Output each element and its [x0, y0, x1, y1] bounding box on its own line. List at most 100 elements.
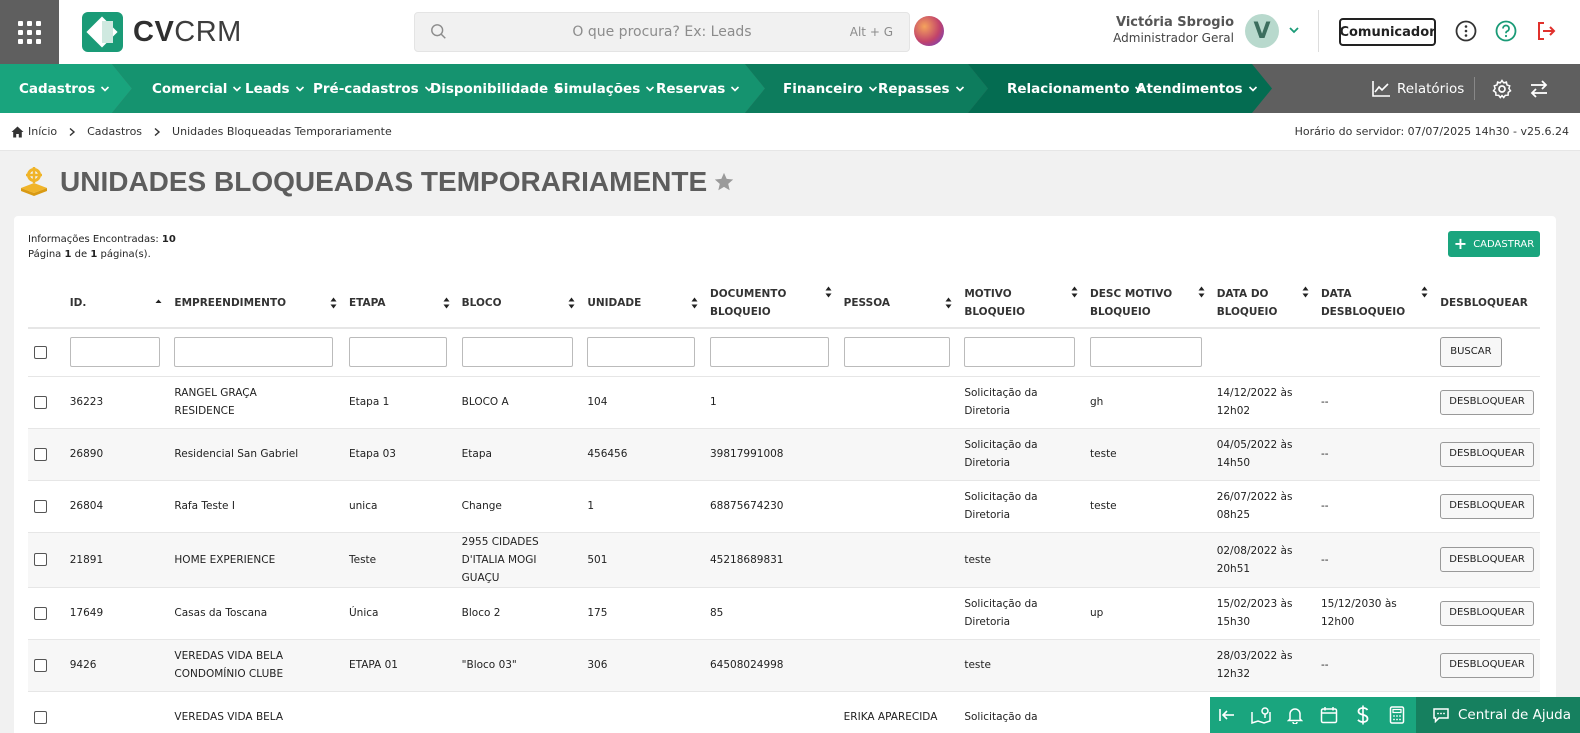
- nav-pre-cadastros[interactable]: Pré-cadastros: [313, 64, 434, 113]
- cell-bloco: "Bloco 03": [455, 639, 582, 692]
- nav-financeiro[interactable]: Financeiro: [783, 64, 878, 113]
- buscar-button[interactable]: BUSCAR: [1440, 337, 1502, 368]
- nav-repasses[interactable]: Repasses: [878, 64, 965, 113]
- column-header-etapa[interactable]: ETAPA: [342, 278, 456, 329]
- cell-unidade: 456456: [581, 428, 704, 481]
- app-logo[interactable]: CVCRM: [82, 12, 242, 52]
- row-checkbox[interactable]: [34, 606, 47, 620]
- cell-desc: gh: [1084, 376, 1211, 429]
- nav-relatorios[interactable]: Relatórios: [1371, 64, 1464, 113]
- filter-desc-input[interactable]: [1090, 337, 1203, 368]
- filter-unidade-input[interactable]: [587, 337, 696, 368]
- collapse-left-icon[interactable]: [1210, 697, 1244, 733]
- calendar-icon[interactable]: [1312, 697, 1346, 733]
- nav-comercial[interactable]: Comercial: [152, 64, 242, 113]
- column-header-bloco[interactable]: BLOCO: [455, 278, 582, 329]
- favorite-star-icon[interactable]: [713, 171, 735, 193]
- sort-icon: [1421, 286, 1428, 298]
- cell-data-bloqueio: 26/07/2022 às 08h25: [1210, 480, 1315, 533]
- cell-empreendimento: Casas da Toscana: [168, 587, 343, 640]
- nav-disponibilidade[interactable]: Disponibilidade: [430, 64, 563, 113]
- cell-desbloquear: DESBLOQUEAR: [1434, 480, 1540, 533]
- logout-icon[interactable]: [1535, 20, 1557, 42]
- sort-icon: [945, 297, 952, 308]
- help-center-button[interactable]: Central de Ajuda: [1416, 697, 1580, 733]
- cell-data-bloqueio: 04/05/2022 às 14h50: [1210, 428, 1315, 481]
- column-header-unidade[interactable]: UNIDADE: [581, 278, 704, 329]
- results-count: 10: [161, 234, 176, 245]
- filter-motivo-input[interactable]: [964, 337, 1076, 368]
- sort-icon: [1302, 286, 1309, 298]
- dollar-icon[interactable]: [1346, 697, 1380, 733]
- avatar[interactable]: V: [1245, 14, 1279, 48]
- calculator-icon[interactable]: [1380, 697, 1414, 733]
- more-options-icon[interactable]: [1455, 20, 1477, 42]
- filter-documento-input[interactable]: [710, 337, 829, 368]
- row-checkbox[interactable]: [34, 710, 47, 724]
- help-icon[interactable]: [1495, 20, 1517, 42]
- row-checkbox[interactable]: [34, 499, 47, 513]
- nav-relacionamento[interactable]: Relacionamento: [1007, 64, 1144, 113]
- column-header-empreendimento[interactable]: EMPREENDIMENTO: [168, 278, 343, 329]
- filter-empreendimento-input[interactable]: [174, 337, 334, 368]
- switch-arrows-icon[interactable]: [1529, 79, 1549, 99]
- column-header-data-bloqueio[interactable]: DATA DO BLOQUEIO: [1210, 278, 1315, 329]
- ai-assistant-orb-icon[interactable]: [914, 16, 944, 46]
- filter-etapa-input[interactable]: [348, 337, 447, 368]
- chevron-down-icon[interactable]: [1288, 24, 1300, 36]
- chevron-down-icon: [955, 85, 964, 92]
- cadastrar-button[interactable]: + CADASTRAR: [1448, 231, 1540, 257]
- nav-cadastros[interactable]: Cadastros: [19, 64, 110, 113]
- gear-icon[interactable]: [1492, 79, 1512, 99]
- sort-icon: [330, 297, 337, 308]
- breadcrumb-home[interactable]: Início: [28, 125, 57, 138]
- row-checkbox[interactable]: [34, 658, 47, 672]
- map-pin-icon[interactable]: [1244, 697, 1278, 733]
- column-header-id[interactable]: ID.: [63, 278, 169, 329]
- logo-mark-icon: [82, 12, 123, 52]
- desbloquear-button[interactable]: DESBLOQUEAR: [1440, 441, 1534, 467]
- column-header-motivo-bloqueio[interactable]: MOTIVO BLOQUEIO: [958, 278, 1085, 329]
- nav-reservas[interactable]: Reservas: [656, 64, 740, 113]
- apps-menu-button[interactable]: [0, 0, 59, 64]
- comunicador-button[interactable]: Comunicador: [1339, 18, 1436, 46]
- row-checkbox[interactable]: [34, 553, 47, 566]
- table-row[interactable]: 9426 VEREDAS VIDA BELA CONDOMÍNIO CLUBE ET…: [28, 639, 1540, 692]
- table-row[interactable]: 17649 Casas da Toscana Única Bloco 2 175 85 So…: [28, 587, 1540, 640]
- column-header-documento-bloqueio[interactable]: DOCUMENTO BLOQUEIO: [704, 278, 838, 329]
- column-header-pessoa[interactable]: PESSOA: [837, 278, 959, 329]
- table-row[interactable]: 26890 Residencial San Gabriel Etapa 03 Etap…: [28, 428, 1540, 481]
- nav-simulacoes[interactable]: Simulações: [554, 64, 655, 113]
- nav-leads[interactable]: Leads: [245, 64, 305, 113]
- filter-id-input[interactable]: [69, 337, 160, 368]
- row-checkbox[interactable]: [34, 447, 47, 461]
- search-input[interactable]: O que procura? Ex: Leads Alt + G: [414, 12, 910, 52]
- table-row[interactable]: 36223 RANGEL GRAÇA RESIDENCE Etapa 1 BLOCO …: [28, 376, 1540, 429]
- main-nav: Cadastros Comercial Leads Pré-cadastros …: [0, 64, 1580, 113]
- desbloquear-button[interactable]: DESBLOQUEAR: [1440, 652, 1534, 678]
- cell-documento: 64508024998: [704, 639, 838, 692]
- user-info[interactable]: Victória Sbrogio Administrador Geral: [1113, 15, 1234, 45]
- nav-atendimentos[interactable]: Atendimentos: [1136, 64, 1258, 113]
- table-row[interactable]: 26804 Rafa Teste Iunica Change 1 68875674230…: [28, 480, 1540, 533]
- select-all-checkbox[interactable]: [34, 345, 47, 359]
- cell-motivo: Solicitação da Diretoria: [958, 587, 1085, 640]
- table-row[interactable]: 21891 HOME EXPERIENCE Teste 2955 CIDADES D'…: [28, 532, 1540, 588]
- desbloquear-button[interactable]: DESBLOQUEAR: [1440, 600, 1534, 626]
- filter-bloco-input[interactable]: [461, 337, 573, 368]
- desbloquear-button[interactable]: DESBLOQUEAR: [1440, 389, 1534, 415]
- bell-icon[interactable]: [1278, 697, 1312, 733]
- home-icon[interactable]: [11, 126, 24, 138]
- divider: [1318, 10, 1319, 52]
- column-header-desc-motivo-bloqueio[interactable]: DESC MOTIVO BLOQUEIO: [1084, 278, 1211, 329]
- desbloquear-button[interactable]: DESBLOQUEAR: [1440, 547, 1534, 572]
- cell-id: [63, 691, 169, 733]
- user-name: Victória Sbrogio: [1115, 15, 1234, 30]
- column-header-data-desbloqueio[interactable]: DATA DESBLOQUEIO: [1314, 278, 1435, 329]
- filter-pessoa-input[interactable]: [843, 337, 950, 368]
- breadcrumb-cadastros[interactable]: Cadastros: [87, 125, 142, 138]
- desbloquear-button[interactable]: DESBLOQUEAR: [1440, 493, 1534, 519]
- row-checkbox[interactable]: [34, 395, 47, 409]
- cell-pessoa: [837, 376, 959, 429]
- page-title: UNIDADES BLOQUEADAS TEMPORARIAMENTE: [60, 166, 708, 197]
